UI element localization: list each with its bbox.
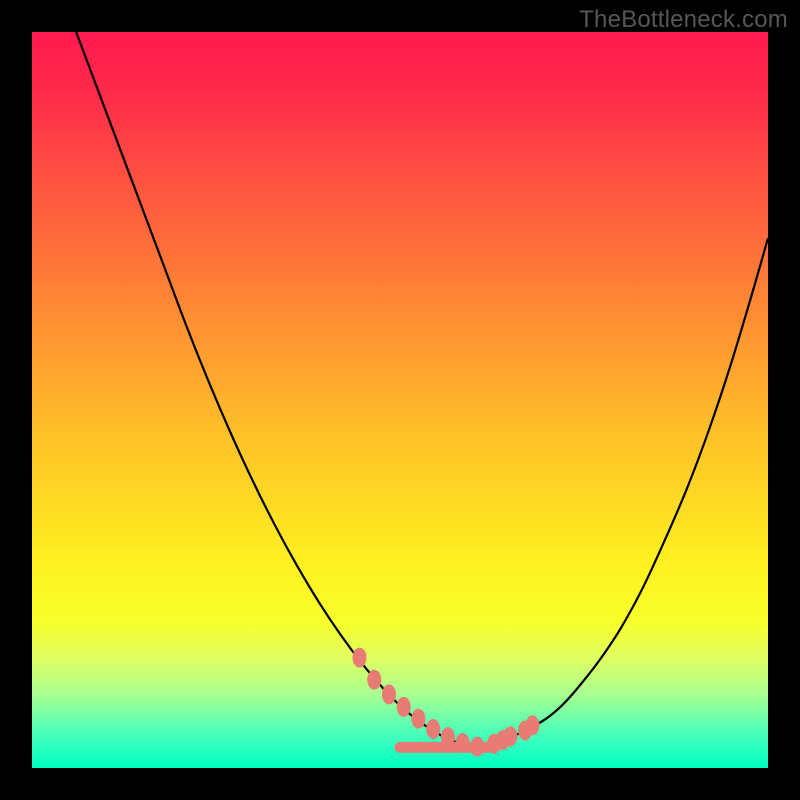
marker-point xyxy=(382,684,396,704)
plot-area xyxy=(32,32,768,768)
marker-point xyxy=(397,697,411,717)
marker-point xyxy=(525,715,539,735)
marker-point xyxy=(426,719,440,739)
marker-point xyxy=(470,737,484,757)
marker-point xyxy=(503,726,517,746)
marker-point xyxy=(456,733,470,753)
curve-layer xyxy=(32,32,768,768)
marker-point xyxy=(367,670,381,690)
marker-point xyxy=(411,709,425,729)
marker-point xyxy=(353,648,367,668)
left-curve xyxy=(76,32,473,747)
right-curve xyxy=(474,238,768,747)
marker-point xyxy=(441,727,455,747)
watermark-text: TheBottleneck.com xyxy=(579,6,788,34)
outer-frame: TheBottleneck.com xyxy=(0,0,800,800)
